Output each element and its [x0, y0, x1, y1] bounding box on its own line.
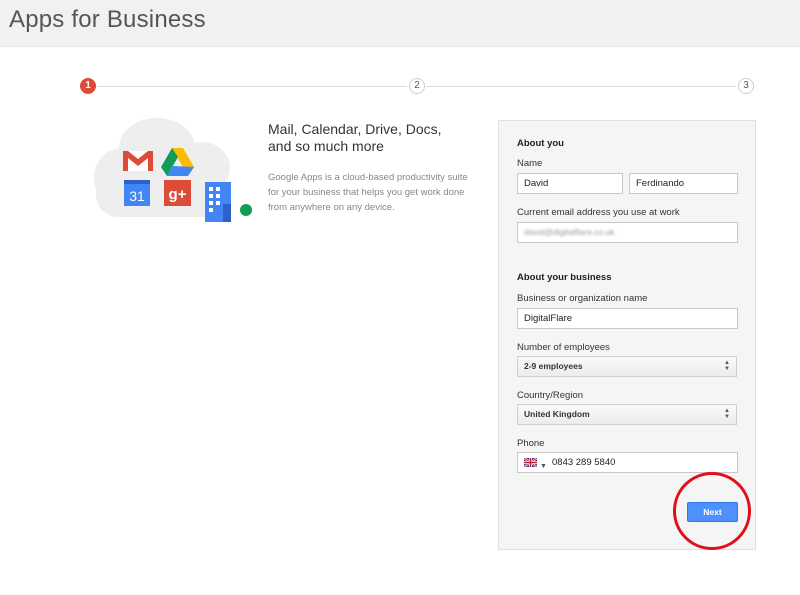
next-button[interactable]: Next	[687, 502, 738, 522]
step-2: 2	[409, 78, 425, 94]
calendar-icon: 31	[124, 180, 150, 206]
email-input[interactable]: david@digitalflare.co.uk	[517, 222, 738, 243]
gmail-icon	[123, 151, 153, 171]
google-plus-icon-text: g+	[169, 186, 187, 203]
email-label: Current email address you use at work	[517, 207, 680, 218]
business-building-icon	[205, 182, 252, 222]
first-name-input[interactable]: David	[517, 173, 623, 194]
uk-flag-icon[interactable]	[524, 458, 537, 467]
employees-select[interactable]: 2-9 employees ▲ ▼	[517, 356, 737, 377]
intro-description: Google Apps is a cloud-based productivit…	[268, 172, 468, 213]
chevron-down-icon[interactable]: ▼	[540, 457, 547, 472]
about-you-heading: About you	[517, 138, 564, 149]
step-1: 1	[80, 78, 96, 94]
country-select[interactable]: United Kingdom ▲ ▼	[517, 404, 737, 425]
stepper-line-2	[426, 86, 736, 87]
name-label: Name	[517, 158, 543, 169]
org-name-input[interactable]: DigitalFlare	[517, 308, 738, 329]
country-select-value: United Kingdom	[524, 409, 590, 419]
stepper-line-1	[97, 86, 407, 87]
signup-form-panel: About you Name David Ferdinando Current …	[498, 120, 756, 550]
country-label: Country/Region	[517, 390, 584, 401]
phone-number-value: 0843 289 5840	[552, 457, 616, 468]
last-name-input[interactable]: Ferdinando	[629, 173, 738, 194]
google-apps-cloud-illustration: 31 g+	[94, 118, 252, 222]
google-plus-icon: g+	[164, 180, 191, 206]
phone-input[interactable]: ▼ 0843 289 5840	[517, 452, 738, 473]
calendar-icon-number: 31	[129, 188, 145, 204]
select-arrows-icon: ▲ ▼	[724, 408, 730, 420]
email-value-blurred: david@digitalflare.co.uk	[524, 227, 615, 237]
org-name-label: Business or organization name	[517, 293, 648, 304]
app-header: Apps for Business	[0, 0, 800, 47]
phone-label: Phone	[517, 438, 545, 449]
employees-select-value: 2-9 employees	[524, 361, 583, 371]
employees-label: Number of employees	[517, 342, 610, 353]
intro-heading: Mail, Calendar, Drive, Docs, and so much…	[268, 121, 442, 154]
about-business-heading: About your business	[517, 272, 612, 283]
step-3: 3	[738, 78, 754, 94]
page-title: Apps for Business	[9, 6, 206, 33]
select-arrows-icon: ▲ ▼	[724, 360, 730, 372]
